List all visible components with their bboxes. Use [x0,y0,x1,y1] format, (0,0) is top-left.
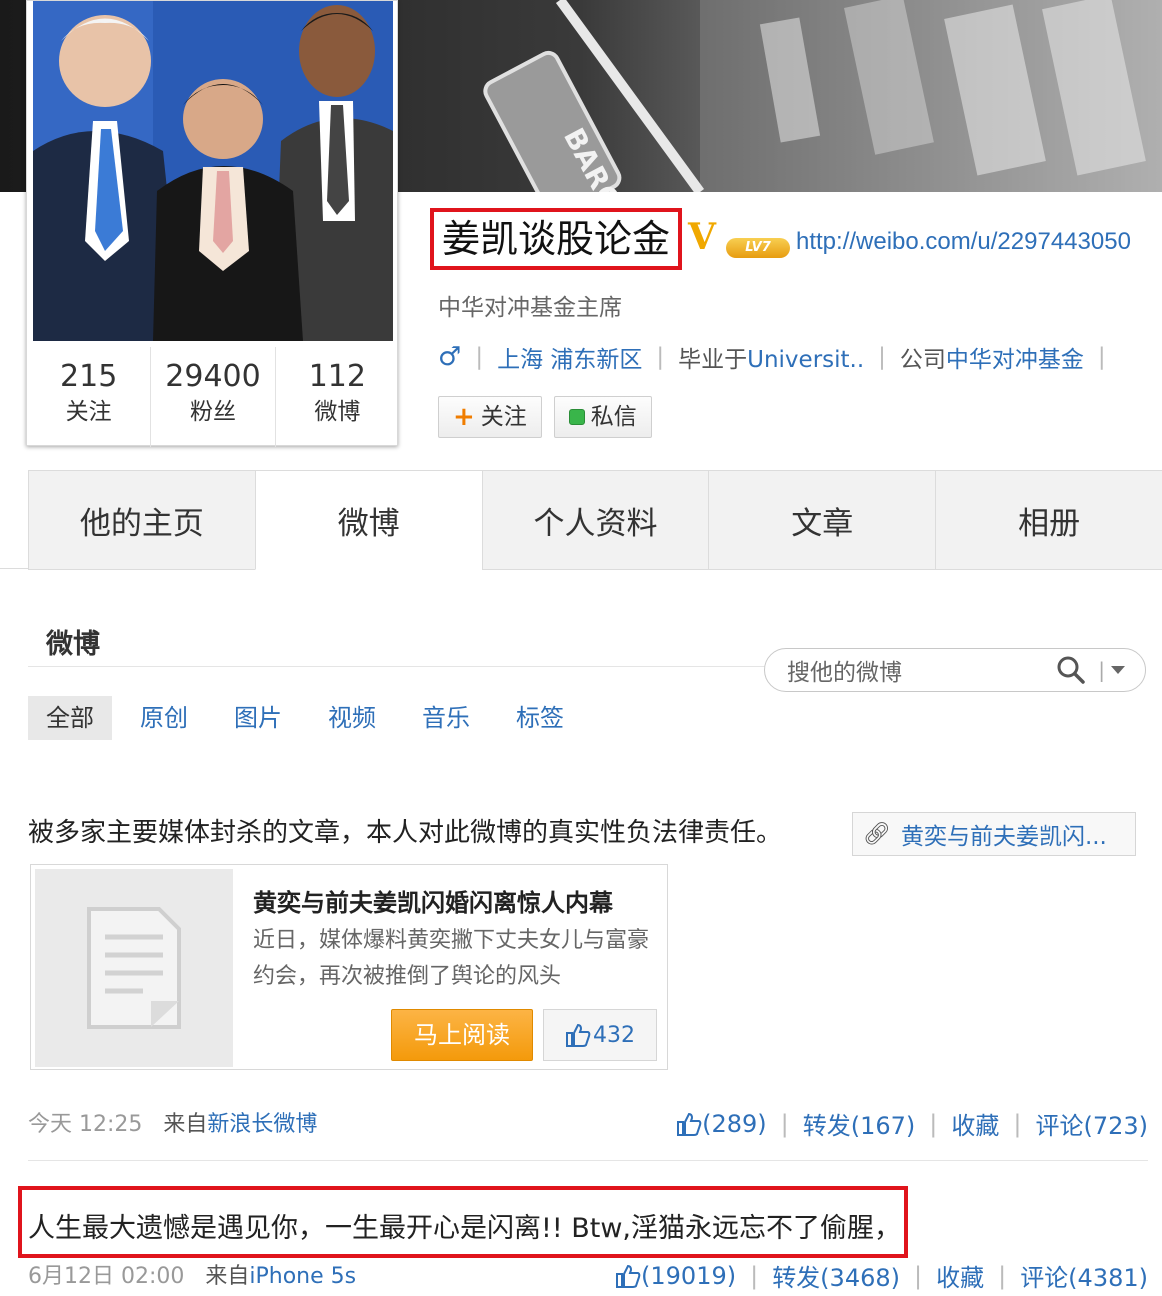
company-link[interactable]: 中华对冲基金 [946,340,1084,374]
search-box[interactable]: 搜他的微博 | [764,648,1146,692]
filter-videos[interactable]: 视频 [310,696,394,740]
separator: | [656,344,665,370]
message-button[interactable]: 私信 [553,396,652,438]
company-label: 公司 [899,347,946,373]
following-count-value: 215 [60,359,118,394]
comment-button[interactable]: 评论(723) [1035,1106,1148,1141]
feed-title: 微博 [46,629,100,660]
tab-articles[interactable]: 文章 [708,470,937,570]
follow-button[interactable]: + 关注 [438,396,542,438]
repost-button[interactable]: 转发(167) [803,1106,916,1141]
article-card[interactable]: 黄奕与前夫姜凯闪婚闪离惊人内幕 近日，媒体爆料黄奕撇下丈夫女儿与富豪约会，再次被… [30,864,668,1070]
article-description: 近日，媒体爆料黄奕撇下丈夫女儿与富豪约会，再次被推倒了舆论的风头 [253,928,650,989]
post-source[interactable]: iPhone 5s [249,1264,356,1289]
avatar-card: 215 关注 29400 粉丝 112 微博 [26,0,399,447]
male-icon: ♂ [438,342,462,372]
like-count: (289) [702,1109,767,1138]
separator: | [878,344,886,370]
profile-actions: + 关注 私信 [438,396,652,438]
profile-name: 姜凯谈股论金 [430,208,683,270]
feed-filters: 全部 原创 图片 视频 音乐 标签 [28,696,592,740]
avatar[interactable] [33,1,393,341]
separator: | [1097,344,1106,370]
post-source-prefix: 来自 [163,1112,208,1137]
like-button[interactable]: (289) [676,1110,767,1138]
followers-count-label: 粉丝 [189,399,236,425]
education-link[interactable]: Universit.. [747,347,864,373]
divider [28,666,768,667]
article-title[interactable]: 黄奕与前夫姜凯闪婚闪离惊人内幕 [253,883,613,918]
filter-pictures[interactable]: 图片 [216,696,300,740]
document-icon [35,869,233,1067]
following-count-label: 关注 [65,399,112,425]
read-now-button[interactable]: 马上阅读 [391,1009,533,1061]
separator: | [929,1109,938,1138]
separator: | [1098,658,1105,682]
separator: | [475,344,484,370]
profile-url-link[interactable]: http://weibo.com/u/2297443050 [796,228,1131,256]
post-divider [28,1160,1148,1161]
post-source-prefix: 来自 [205,1264,250,1289]
article-link-label: 黄奕与前夫姜凯闪... [900,824,1107,850]
post-source[interactable]: 新浪长微博 [207,1112,317,1137]
separator: | [1013,1109,1022,1138]
search-input[interactable]: 搜他的微博 [787,653,1056,687]
profile-tabs: 他的主页 微博 个人资料 文章 相册 [28,470,1162,570]
post-time[interactable]: 6月12日 02:00 [28,1264,184,1289]
tab-home[interactable]: 他的主页 [28,470,256,570]
follow-button-label: 关注 [480,404,527,430]
thumbs-up-icon [677,1112,702,1136]
post-actions: (289) | 转发(167) | 收藏 | 评论(723) [676,1106,1148,1141]
like-button[interactable]: (19019) [615,1262,736,1290]
thumbs-up-icon [616,1264,641,1288]
separator: | [914,1261,923,1290]
article-link[interactable]: 🔗︎ 黄奕与前夫姜凯闪... [852,812,1136,856]
filter-original[interactable]: 原创 [122,696,206,740]
following-count[interactable]: 215 关注 [27,347,152,447]
repost-button[interactable]: 转发(3468) [772,1258,900,1293]
plus-icon: + [453,402,475,432]
post-text: 被多家主要媒体封杀的文章，本人对此微博的真实性负法律责任。 [28,818,783,848]
tab-profile-info[interactable]: 个人资料 [481,470,710,570]
comment-button[interactable]: 评论(4381) [1020,1258,1148,1293]
separator: | [780,1109,789,1138]
like-count: (19019) [641,1261,737,1290]
post-text: 人生最大遗憾是遇见你，一生最开心是闪离!! Btw,淫猫永远忘不了偷腥， [28,1213,902,1244]
profile-bio: 中华对冲基金主席 [438,295,622,321]
avatar-photo [33,1,393,341]
filter-tags[interactable]: 标签 [498,696,582,740]
separator: | [998,1261,1007,1290]
post-actions: (19019) | 转发(3468) | 收藏 | 评论(4381) [615,1258,1148,1293]
posts-count[interactable]: 112 微博 [276,347,399,447]
level-badge[interactable]: LV7 [726,238,790,258]
post-meta: 6月12日 02:00 来自iPhone 5s [28,1258,356,1290]
followers-count-value: 29400 [165,359,261,394]
profile-details: ♂ | 上海 浦东新区 | 毕业于Universit.. | 公司 中华对冲基金 … [438,340,1120,374]
filter-music[interactable]: 音乐 [404,696,488,740]
post-meta: 今天 12:25 来自新浪长微博 [28,1106,317,1138]
location-link[interactable]: 上海 浦东新区 [497,340,642,374]
tab-album[interactable]: 相册 [935,470,1162,570]
verified-icon[interactable]: V [688,216,716,258]
favorite-button[interactable]: 收藏 [951,1106,999,1141]
followers-count[interactable]: 29400 粉丝 [151,347,276,447]
attachment-icon: 🔗︎ [863,821,891,847]
message-button-label: 私信 [590,404,637,430]
posts-count-value: 112 [308,359,366,394]
education-text: 毕业于Universit.. [678,347,865,373]
message-icon [568,409,585,425]
profile-counts: 215 关注 29400 粉丝 112 微博 [27,347,399,447]
separator: | [750,1261,759,1290]
favorite-button[interactable]: 收藏 [936,1258,984,1293]
posts-count-label: 微博 [314,399,361,425]
article-like-button[interactable]: 432 [543,1009,657,1061]
tab-weibo[interactable]: 微博 [254,470,483,570]
article-like-count: 432 [593,1022,635,1048]
chevron-down-icon[interactable] [1111,666,1125,674]
filter-all[interactable]: 全部 [28,696,112,740]
thumbs-up-icon [566,1023,591,1047]
post-time[interactable]: 今天 12:25 [28,1112,142,1137]
search-icon[interactable] [1056,655,1086,685]
